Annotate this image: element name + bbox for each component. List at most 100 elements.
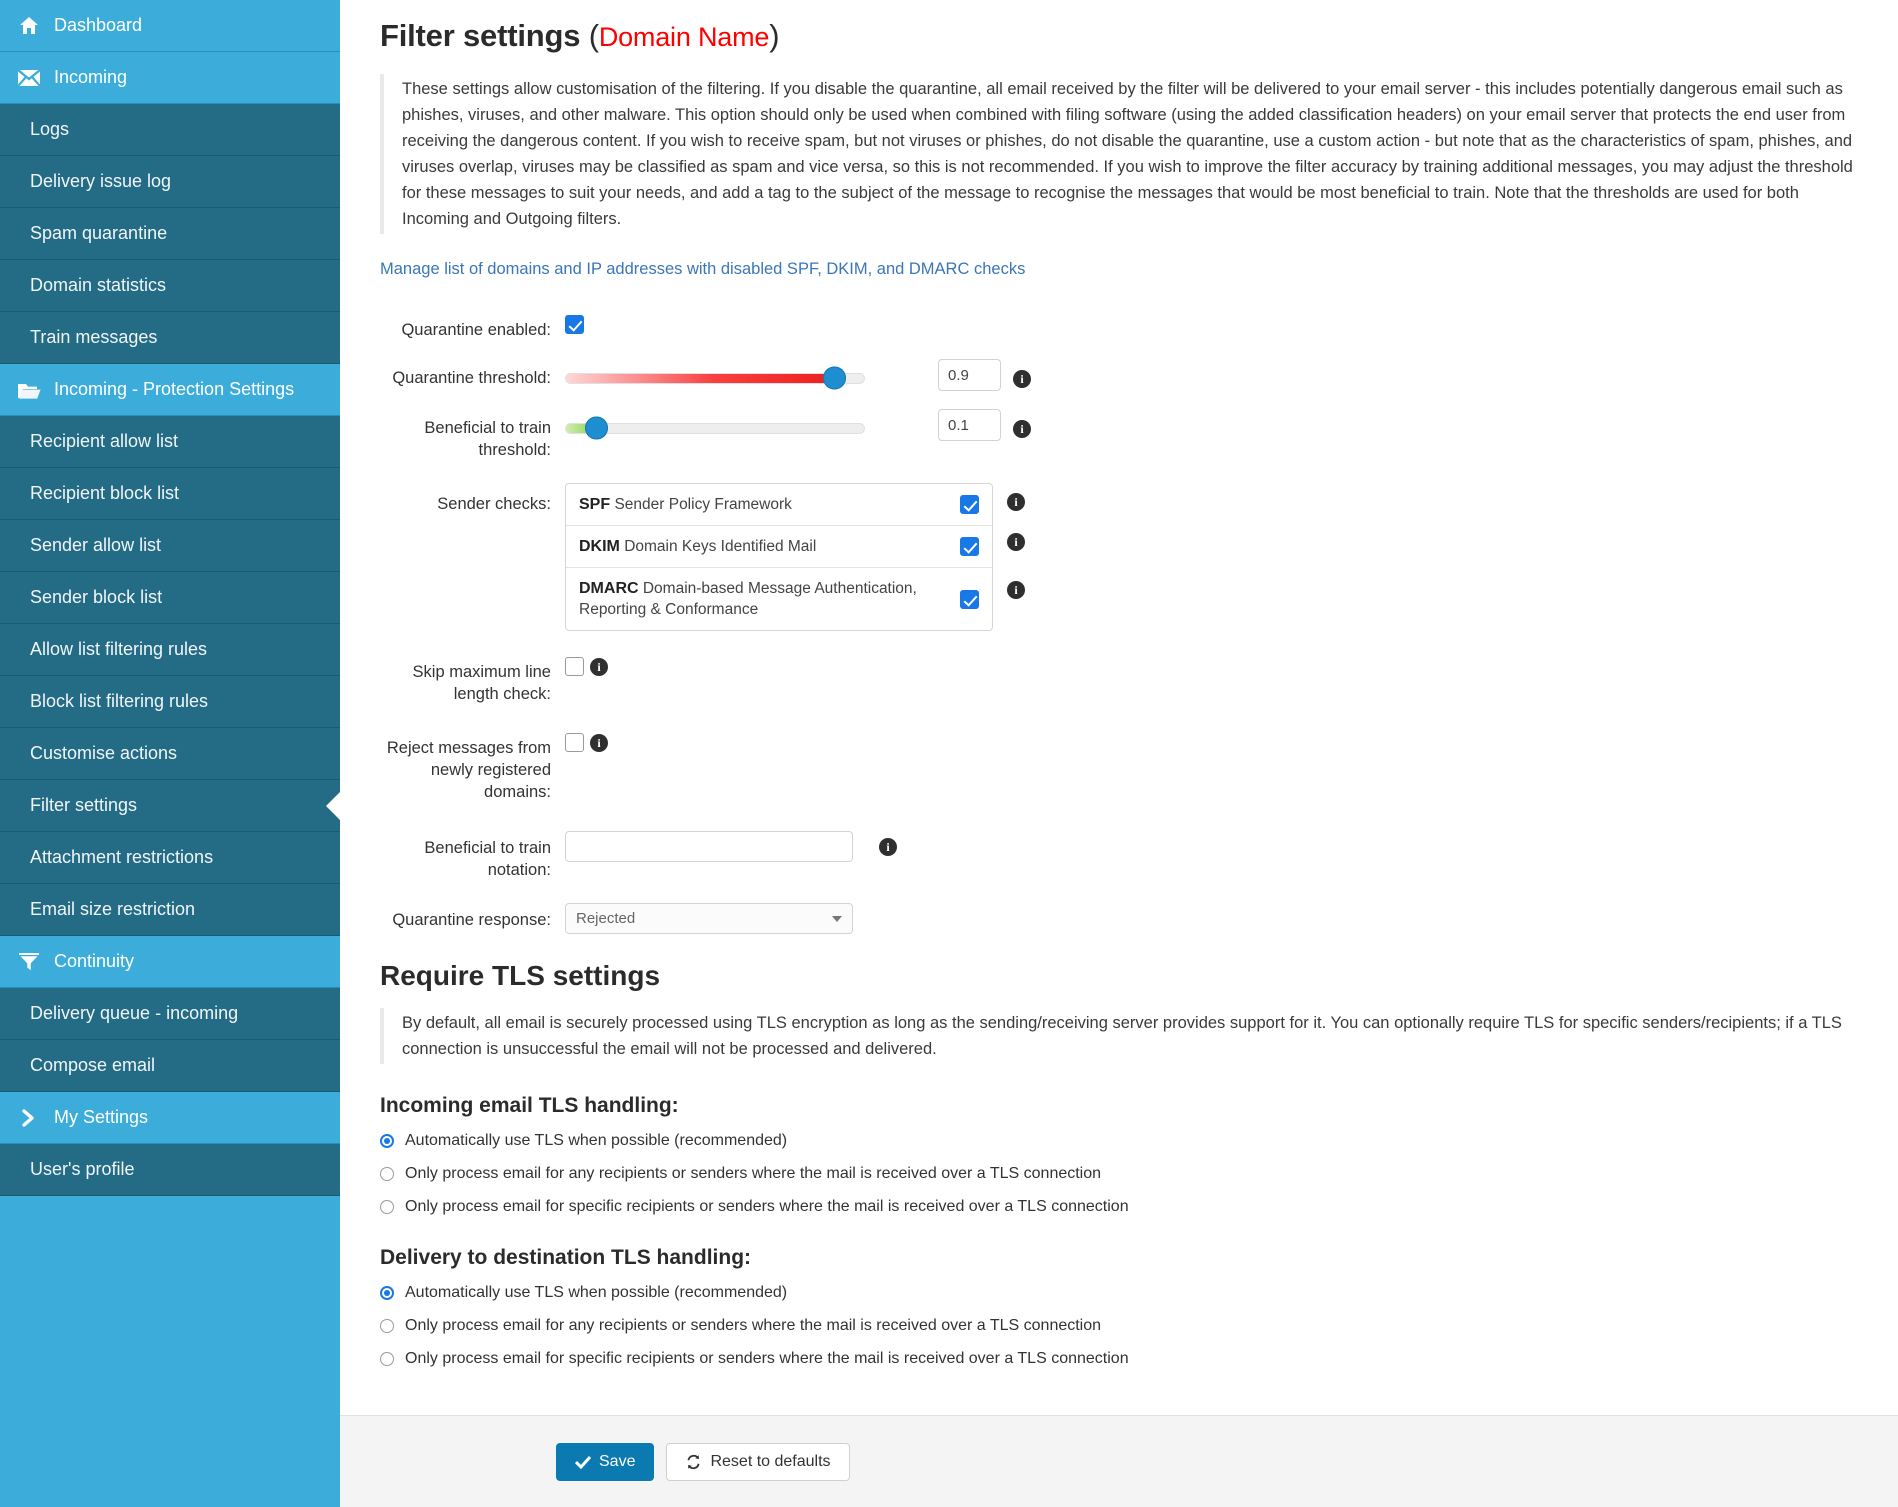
app-root: Dashboard Incoming Logs Delivery issue log S…: [0, 0, 1898, 1507]
sender-check-row-dkim: DKIM Domain Keys Identified Mail: [566, 526, 992, 568]
sidebar-item-label: Delivery issue log: [30, 171, 172, 191]
sender-check-checkbox-dmarc[interactable]: [960, 589, 979, 609]
radio-button[interactable]: [380, 1167, 394, 1181]
radio-label: Only process email for any recipients or…: [405, 1165, 1102, 1182]
radio-label: Automatically use TLS when possible (rec…: [405, 1284, 788, 1301]
sidebar-group-label: My Settings: [54, 1107, 149, 1127]
quarantine-threshold-slider[interactable]: [565, 365, 865, 390]
sender-check-checkbox-spf[interactable]: [960, 495, 979, 514]
spf-info-icon[interactable]: i: [1007, 493, 1025, 511]
quarantine-slider-track[interactable]: [565, 366, 865, 390]
radio-option[interactable]: Only process email for any recipients or…: [380, 1317, 1858, 1335]
radio-option[interactable]: Only process email for specific recipien…: [380, 1350, 1858, 1368]
train-slider-track[interactable]: [565, 416, 865, 440]
sender-check-desc: Sender Policy Framework: [614, 496, 792, 513]
manage-disabled-checks-link[interactable]: Manage list of domains and IP addresses …: [380, 260, 1025, 279]
sidebar-item-label: Domain statistics: [30, 275, 167, 295]
sidebar-item-delivery-issue-log[interactable]: Delivery issue log: [0, 156, 340, 208]
sidebar-item-filter-settings[interactable]: Filter settings: [0, 780, 340, 832]
radio-option[interactable]: Only process email for specific recipien…: [380, 1198, 1858, 1216]
sidebar-item-spam-quarantine[interactable]: Spam quarantine: [0, 208, 340, 260]
radio-option[interactable]: Automatically use TLS when possible (rec…: [380, 1284, 1858, 1302]
paren-open: (: [588, 18, 599, 53]
row-quarantine-threshold: Quarantine threshold: i: [380, 357, 1858, 391]
dmarc-info-icon[interactable]: i: [1007, 581, 1025, 599]
sidebar-item-sender-allow-list[interactable]: Sender allow list: [0, 520, 340, 572]
sidebar-group-incoming-protection-settings[interactable]: Incoming - Protection Settings: [0, 364, 340, 416]
save-button[interactable]: Save: [556, 1442, 655, 1481]
check-icon: [575, 1455, 591, 1469]
radio-button[interactable]: [380, 1134, 394, 1148]
row-sender-checks: Sender checks: SPF Sender Policy Framewo…: [380, 483, 1858, 631]
skip-line-length-info-icon[interactable]: i: [590, 657, 608, 676]
sidebar-item-label: Allow list filtering rules: [30, 639, 208, 659]
sidebar-item-label: Recipient allow list: [30, 431, 179, 451]
sidebar-group-label: Incoming - Protection Settings: [54, 379, 295, 399]
sidebar-item-label: Customise actions: [30, 743, 178, 763]
radio-button[interactable]: [380, 1319, 394, 1333]
main-area: Filter settings (Domain Name) These sett…: [340, 0, 1898, 1507]
sidebar-item-logs[interactable]: Logs: [0, 104, 340, 156]
sidebar-item-label: Compose email: [30, 1055, 156, 1075]
quarantine-response-select[interactable]: Rejected: [565, 903, 853, 934]
sender-checks-box: SPF Sender Policy Framework DKIM Domain K…: [565, 483, 993, 631]
sender-check-row-spf: SPF Sender Policy Framework: [566, 484, 992, 526]
quarantine-slider-knob[interactable]: [823, 366, 847, 390]
row-skip-line-length: Skip maximum line length check: i: [380, 657, 1858, 705]
sidebar-group-continuity[interactable]: Continuity: [0, 936, 340, 988]
train-threshold-info-icon[interactable]: i: [1013, 419, 1031, 438]
skip-line-length-checkbox[interactable]: [565, 657, 584, 676]
radio-label: Only process email for any recipients or…: [405, 1317, 1102, 1334]
incoming-tls-title: Incoming email TLS handling:: [380, 1094, 679, 1117]
sidebar-item-delivery-queue-incoming[interactable]: Delivery queue - incoming: [0, 988, 340, 1040]
row-quarantine-response: Quarantine response: Rejected: [380, 903, 1858, 934]
radio-label: Automatically use TLS when possible (rec…: [405, 1132, 788, 1149]
sidebar-item-label: User's profile: [30, 1159, 135, 1179]
sender-check-desc: Domain Keys Identified Mail: [624, 538, 817, 555]
sidebar-item-user-s-profile[interactable]: User's profile: [0, 1144, 340, 1196]
radio-option[interactable]: Only process email for any recipients or…: [380, 1165, 1858, 1183]
sidebar-group-my-settings[interactable]: My Settings: [0, 1092, 340, 1144]
sidebar-item-train-messages[interactable]: Train messages: [0, 312, 340, 364]
train-threshold-slider[interactable]: [565, 415, 865, 440]
radio-button[interactable]: [380, 1286, 394, 1300]
train-threshold-value[interactable]: [938, 409, 1001, 441]
radio-option[interactable]: Automatically use TLS when possible (rec…: [380, 1132, 1858, 1150]
sidebar-item-compose-email[interactable]: Compose email: [0, 1040, 340, 1092]
radio-button[interactable]: [380, 1352, 394, 1366]
train-notation-info-icon[interactable]: i: [879, 837, 897, 856]
sidebar-item-recipient-allow-list[interactable]: Recipient allow list: [0, 416, 340, 468]
train-notation-input[interactable]: [565, 831, 853, 862]
row-reject-new-domains: Reject messages from newly registered do…: [380, 733, 1858, 803]
sidebar-item-attachment-restrictions[interactable]: Attachment restrictions: [0, 832, 340, 884]
dkim-info-icon[interactable]: i: [1007, 533, 1025, 551]
sender-check-checkbox-dkim[interactable]: [960, 537, 979, 556]
quarantine-threshold-value[interactable]: [938, 359, 1001, 391]
reject-new-domains-checkbox[interactable]: [565, 733, 584, 752]
radio-label: Only process email for specific recipien…: [405, 1350, 1129, 1367]
sidebar-item-customise-actions[interactable]: Customise actions: [0, 728, 340, 780]
delivery-tls-title: Delivery to destination TLS handling:: [380, 1246, 752, 1269]
page-title: Filter settings (Domain Name): [380, 18, 1858, 54]
reset-button-label: Reset to defaults: [710, 1452, 831, 1470]
sidebar-item-label: Email size restriction: [30, 899, 196, 919]
sidebar-item-sender-block-list[interactable]: Sender block list: [0, 572, 340, 624]
sender-checks-info-column: i i i: [1007, 483, 1025, 621]
sidebar-item-block-list-filtering-rules[interactable]: Block list filtering rules: [0, 676, 340, 728]
sidebar-group-dashboard[interactable]: Dashboard: [0, 0, 340, 52]
sidebar-item-recipient-block-list[interactable]: Recipient block list: [0, 468, 340, 520]
sidebar-item-domain-statistics[interactable]: Domain statistics: [0, 260, 340, 312]
radio-button[interactable]: [380, 1200, 394, 1214]
sidebar-item-label: Train messages: [30, 327, 158, 347]
quarantine-enabled-checkbox[interactable]: [565, 315, 584, 334]
folder-open-icon: [12, 381, 46, 399]
quarantine-threshold-info-icon[interactable]: i: [1013, 369, 1031, 388]
reject-new-domains-info-icon[interactable]: i: [590, 733, 608, 752]
sidebar-group-incoming[interactable]: Incoming: [0, 52, 340, 104]
sidebar-item-label: Recipient block list: [30, 483, 180, 503]
train-slider-knob[interactable]: [584, 416, 608, 440]
reset-to-defaults-button[interactable]: Reset to defaults: [666, 1442, 850, 1481]
chevron-right-icon: [12, 1108, 46, 1127]
sidebar-item-email-size-restriction[interactable]: Email size restriction: [0, 884, 340, 936]
sidebar-item-allow-list-filtering-rules[interactable]: Allow list filtering rules: [0, 624, 340, 676]
